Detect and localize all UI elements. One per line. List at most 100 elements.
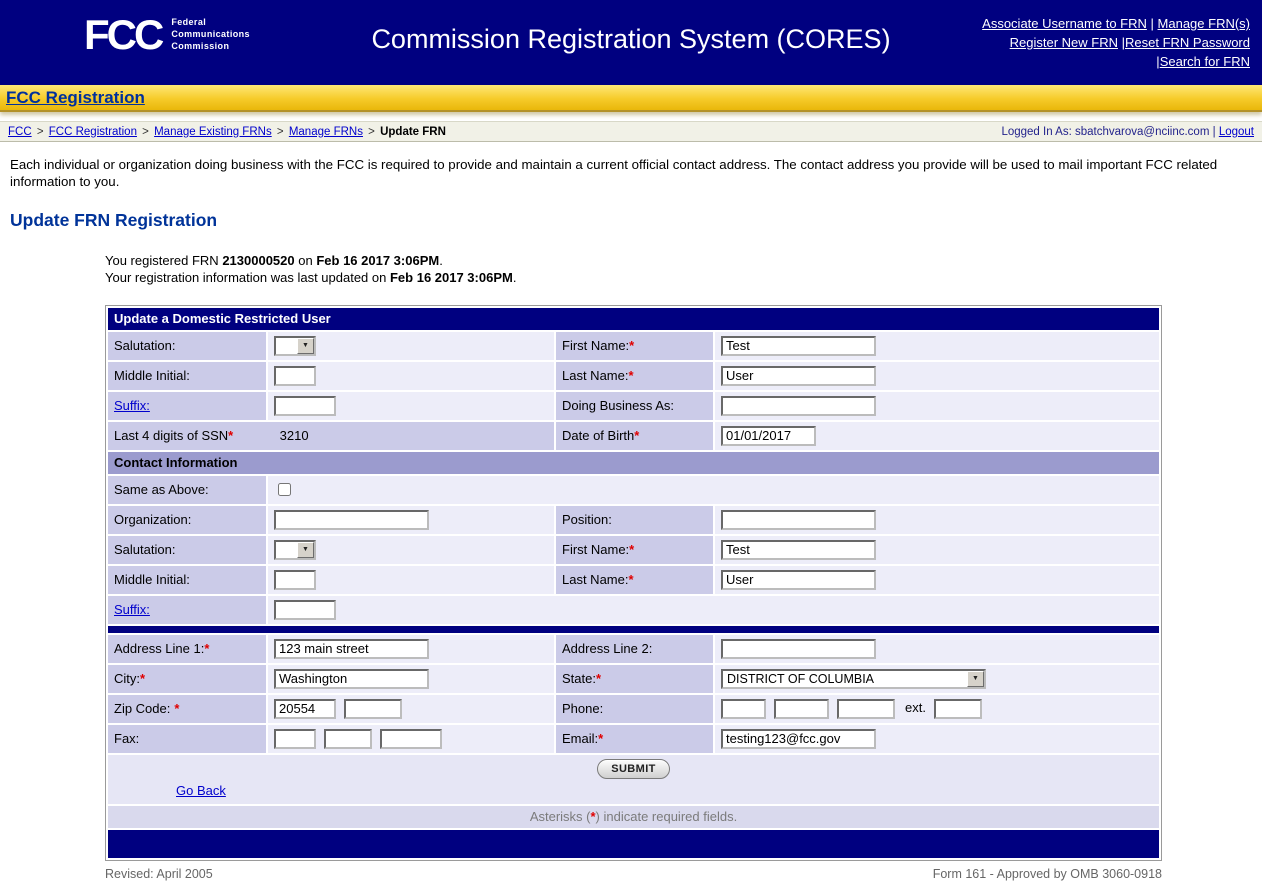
required-asterisk: * [628,368,633,383]
note-post: ) indicate required fields. [596,809,738,824]
section-contact-title: Contact Information [108,452,1159,474]
last-name-input[interactable] [721,366,876,386]
zip-code-input[interactable] [274,699,336,719]
nav-separator: | [1151,16,1154,31]
state-select-value: DISTRICT OF COLUMBIA [723,671,967,687]
submit-button[interactable]: SUBMIT [597,759,670,779]
go-back-area: Go Back [108,779,1159,802]
ssn-label: Last 4 digits of SSN [114,428,228,443]
breadcrumb-current: Update FRN [380,126,446,138]
section-divider [108,626,1159,633]
first-name-label: First Name: [562,338,629,353]
email-label: Email: [562,731,598,746]
fax-area-input[interactable] [274,729,316,749]
breadcrumb-bar: FCC > FCC Registration > Manage Existing… [0,121,1262,142]
phone-line-input[interactable] [837,699,895,719]
contact-suffix-input[interactable] [274,600,336,620]
email-input[interactable] [721,729,876,749]
submit-area: SUBMIT [108,759,1159,779]
dob-label: Date of Birth [562,428,634,443]
suffix-link[interactable]: Suffix: [114,398,150,413]
fax-label: Fax: [114,731,139,746]
contact-salutation-select[interactable]: ▼ [274,540,316,560]
breadcrumb: FCC > FCC Registration > Manage Existing… [8,126,446,138]
last-name-label: Last Name: [562,572,628,587]
position-input[interactable] [721,510,876,530]
date-of-birth-input[interactable] [721,426,816,446]
chevron-down-icon: ▼ [297,542,314,558]
same-as-above-label: Same as Above: [114,482,209,497]
section-user-title: Update a Domestic Restricted User [108,308,1159,330]
fcc-logo: FCC Federal Communications Commission [84,14,250,56]
required-asterisk: * [628,572,633,587]
phone-ext-input[interactable] [934,699,982,719]
contact-middle-initial-input[interactable] [274,570,316,590]
required-asterisk: * [204,641,209,656]
required-asterisk: * [598,731,603,746]
ssn-last4-value: 3210 [280,428,309,443]
last-name-label: Last Name: [562,368,628,383]
organization-input[interactable] [274,510,429,530]
go-back-link[interactable]: Go Back [176,783,226,798]
zip-plus4-input[interactable] [344,699,402,719]
middle-initial-input[interactable] [274,366,316,386]
phone-prefix-input[interactable] [774,699,829,719]
app-header: FCC Federal Communications Commission Co… [0,0,1262,85]
logged-in-label: Logged In As: [1001,126,1071,138]
search-for-frn-link[interactable]: Search for FRN [1160,54,1250,69]
row-zip-phone: Zip Code:* Phone: ext. [108,695,1159,723]
city-input[interactable] [274,669,429,689]
required-note: Asterisks (*) indicate required fields. [108,806,1159,828]
contact-last-name-input[interactable] [721,570,876,590]
associate-username-link[interactable]: Associate Username to FRN [982,16,1147,31]
registration-line2-pre: Your registration information was last u… [105,270,386,285]
salutation-label: Salutation: [114,542,175,557]
fax-prefix-input[interactable] [324,729,372,749]
fcc-registration-link[interactable]: FCC Registration [6,88,145,107]
suffix-link[interactable]: Suffix: [114,602,150,617]
login-separator: | [1213,126,1216,138]
row-required-note: Asterisks (*) indicate required fields. [108,806,1159,828]
address-line2-input[interactable] [721,639,876,659]
breadcrumb-fcc-registration[interactable]: FCC Registration [49,126,137,138]
register-new-frn-link[interactable]: Register New FRN [1010,35,1118,50]
manage-frns-link[interactable]: Manage FRN(s) [1158,16,1250,31]
same-as-above-checkbox[interactable] [278,483,291,496]
login-info: Logged In As: sbatchvarova@nciinc.com | … [1001,126,1254,138]
breadcrumb-fcc[interactable]: FCC [8,126,32,138]
phone-label: Phone: [562,701,603,716]
required-asterisk: * [140,671,145,686]
address-line1-input[interactable] [274,639,429,659]
breadcrumb-manage-frns[interactable]: Manage FRNs [289,126,363,138]
contact-first-name-input[interactable] [721,540,876,560]
registered-date: Feb 16 2017 3:06PM [316,253,439,268]
salutation-select[interactable]: ▼ [274,336,316,356]
state-select[interactable]: DISTRICT OF COLUMBIA▼ [721,669,986,689]
divider-bar [108,626,1159,633]
row-organization-position: Organization: Position: [108,506,1159,534]
dba-label: Doing Business As: [562,398,674,413]
organization-label: Organization: [114,512,191,527]
row-fax-email: Fax: Email:* [108,725,1159,753]
first-name-input[interactable] [721,336,876,356]
breadcrumb-separator: > [368,126,375,138]
note-pre: Asterisks ( [530,809,591,824]
revised-text: Revised: April 2005 [105,867,213,881]
phone-area-input[interactable] [721,699,766,719]
fcc-logo-caption: Federal Communications Commission [171,17,250,52]
required-asterisk: * [174,701,179,716]
row-address: Address Line 1:* Address Line 2: [108,635,1159,663]
fax-line-input[interactable] [380,729,442,749]
dba-input[interactable] [721,396,876,416]
breadcrumb-separator: > [37,126,44,138]
position-label: Position: [562,512,612,527]
breadcrumb-manage-existing-frns[interactable]: Manage Existing FRNs [154,126,272,138]
section-header-user: Update a Domestic Restricted User [108,308,1159,330]
page-footer: Revised: April 2005 Form 161 - Approved … [105,867,1162,881]
ssn-label-wrap: Last 4 digits of SSN* [114,428,264,443]
suffix-input[interactable] [274,396,336,416]
row-same-as-above: Same as Above: [108,476,1159,504]
reset-frn-password-link[interactable]: Reset FRN Password [1125,35,1250,50]
logout-link[interactable]: Logout [1219,126,1254,138]
city-label: City: [114,671,140,686]
